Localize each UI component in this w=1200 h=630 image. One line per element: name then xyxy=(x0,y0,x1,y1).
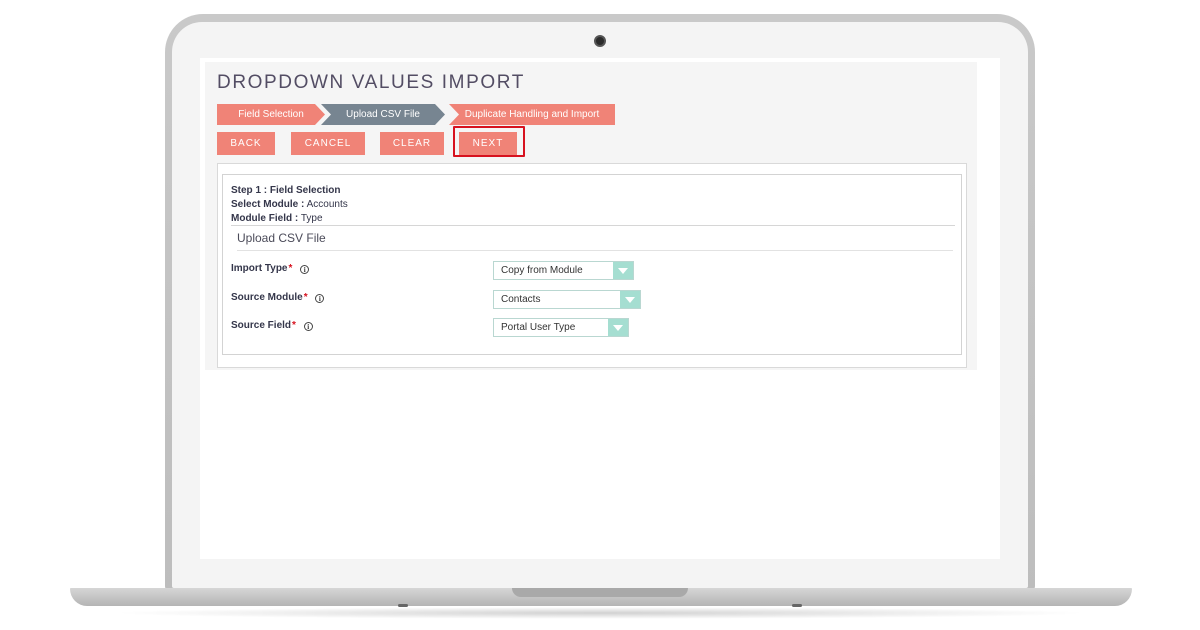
laptop-shadow xyxy=(110,607,1090,619)
required-marker: * xyxy=(292,320,296,331)
module-summary-label: Select Module : xyxy=(231,199,305,210)
page-title: DROPDOWN VALUES IMPORT xyxy=(217,72,525,93)
chevron-down-icon[interactable] xyxy=(613,262,633,279)
laptop-screen: DROPDOWN VALUES IMPORT Field Selection U… xyxy=(200,58,1000,559)
import-type-label: Import Type* i xyxy=(231,263,310,274)
info-icon[interactable]: i xyxy=(315,294,325,303)
laptop-foot xyxy=(398,604,408,607)
source-module-label: Source Module* i xyxy=(231,292,325,303)
source-module-label-text: Source Module xyxy=(231,292,303,303)
step-summary: Step 1 : Field Selection xyxy=(231,185,340,196)
step-duplicate-handling[interactable]: Duplicate Handling and Import xyxy=(449,104,615,125)
step-summary-label: Step 1 : Field Selection xyxy=(231,185,341,196)
field-summary: Module Field : Type xyxy=(231,213,323,224)
chevron-down-icon[interactable] xyxy=(608,319,628,336)
camera-icon xyxy=(594,35,606,47)
divider xyxy=(231,225,955,226)
module-summary: Select Module : Accounts xyxy=(231,199,348,210)
info-icon[interactable]: i xyxy=(300,265,310,274)
import-type-value: Copy from Module xyxy=(501,265,583,276)
required-marker: * xyxy=(303,292,308,303)
laptop-foot xyxy=(792,604,802,607)
field-summary-value: Type xyxy=(300,213,323,224)
source-module-value: Contacts xyxy=(501,294,541,305)
info-icon[interactable]: i xyxy=(303,322,313,331)
source-field-value: Portal User Type xyxy=(501,322,576,333)
clear-button[interactable]: CLEAR xyxy=(380,132,444,155)
module-summary-value: Accounts xyxy=(306,199,348,210)
field-summary-label: Module Field : xyxy=(231,213,299,224)
import-wizard: DROPDOWN VALUES IMPORT Field Selection U… xyxy=(205,62,977,370)
back-button[interactable]: BACK xyxy=(217,132,275,155)
source-field-label: Source Field* i xyxy=(231,320,313,331)
source-field-label-text: Source Field xyxy=(231,320,292,331)
source-field-select[interactable]: Portal User Type xyxy=(493,318,629,337)
required-marker: * xyxy=(288,263,293,274)
step-upload-csv-file[interactable]: Upload CSV File xyxy=(321,104,445,125)
step-field-selection[interactable]: Field Selection xyxy=(217,104,325,125)
section-title: Upload CSV File xyxy=(237,231,326,245)
source-module-select[interactable]: Contacts xyxy=(493,290,641,309)
import-type-label-text: Import Type xyxy=(231,263,288,274)
chevron-down-icon[interactable] xyxy=(620,291,640,308)
wizard-steps: Field Selection Upload CSV File Duplicat… xyxy=(217,104,637,125)
next-button-highlight xyxy=(453,126,525,157)
import-type-select[interactable]: Copy from Module xyxy=(493,261,634,280)
form-panel-inner: Step 1 : Field Selection Select Module :… xyxy=(222,174,962,355)
laptop-notch xyxy=(512,588,688,597)
cancel-button[interactable]: CANCEL xyxy=(291,132,365,155)
form-panel: Step 1 : Field Selection Select Module :… xyxy=(217,163,967,368)
divider xyxy=(237,250,953,251)
